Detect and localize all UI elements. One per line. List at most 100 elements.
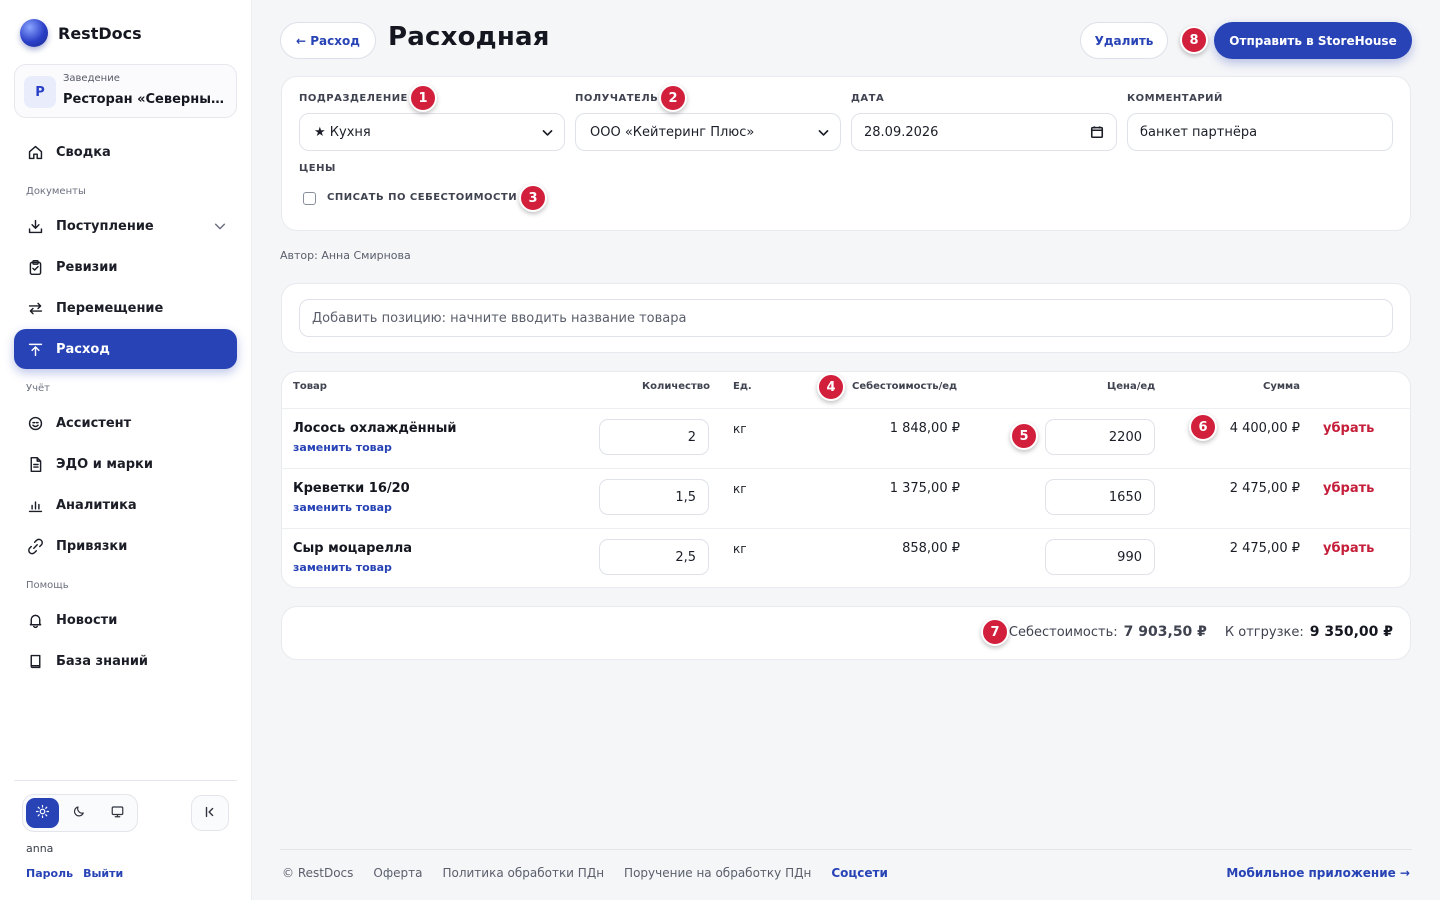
remove-row-link[interactable]: убрать: [1323, 421, 1374, 436]
monitor-icon: [110, 804, 125, 823]
quantity-input[interactable]: 2,5: [599, 539, 709, 575]
footer-social-link[interactable]: Соцсети: [831, 866, 888, 880]
price-input[interactable]: 1650: [1045, 479, 1155, 515]
author-text: Автор: Анна Смирнова: [280, 249, 411, 262]
replace-product-link[interactable]: заменить товар: [293, 501, 392, 514]
footer-policy-link[interactable]: Политика обработки ПДн: [442, 866, 604, 880]
sidebar-item-label: Перемещение: [56, 300, 164, 316]
sidebar-item-audits[interactable]: Ревизии: [14, 247, 237, 287]
sidebar-item-label: Расход: [56, 341, 110, 357]
moon-icon: [72, 804, 87, 823]
chart-icon: [26, 496, 44, 514]
send-storehouse-button[interactable]: Отправить в StoreHouse: [1214, 22, 1412, 59]
footer-mobile-link[interactable]: Мобильное приложение →: [1226, 866, 1410, 880]
row-divider: [281, 528, 1411, 529]
sidebar-item-analytics[interactable]: Аналитика: [14, 485, 237, 525]
recipient-label: ПОЛУЧАТЕЛЬ: [575, 93, 659, 104]
quantity-input[interactable]: 1,5: [599, 479, 709, 515]
brand[interactable]: RestDocs: [20, 19, 142, 47]
remove-row-link[interactable]: убрать: [1323, 541, 1374, 556]
annotation-marker-7: 7: [981, 618, 1009, 646]
annotation-marker-6: 6: [1189, 413, 1217, 441]
sidebar-divider: [14, 780, 237, 781]
theme-light-button[interactable]: [26, 798, 60, 828]
document-form-card: [281, 76, 1411, 231]
writeoff-checkbox[interactable]: [303, 192, 316, 205]
sidebar-item-transfer[interactable]: Перемещение: [14, 288, 237, 328]
chevron-down-icon: [213, 219, 227, 237]
venue-selector[interactable]: Р Заведение Ресторан «Северный ветер»: [14, 64, 237, 118]
date-input[interactable]: 28.09.2026: [851, 113, 1117, 151]
theme-dark-button[interactable]: [63, 798, 96, 828]
ship-total-value: 9 350,00 ₽: [1309, 624, 1393, 640]
add-item-placeholder: Добавить позицию: начните вводить назван…: [312, 310, 687, 326]
replace-product-link[interactable]: заменить товар: [293, 441, 392, 454]
password-link[interactable]: Пароль: [26, 867, 73, 880]
theme-switch: [22, 794, 138, 832]
sidebar-item-summary[interactable]: Сводка: [14, 132, 237, 172]
cost-total-value: 7 903,50 ₽: [1123, 624, 1207, 640]
date-value: 28.09.2026: [864, 124, 939, 140]
sidebar-item-label: Сводка: [56, 144, 111, 160]
sidebar-item-expense[interactable]: Расход: [14, 329, 237, 369]
delete-button[interactable]: Удалить: [1080, 22, 1168, 59]
theme-system-button[interactable]: [101, 798, 134, 828]
sidebar-item-receipts[interactable]: Поступление: [14, 206, 237, 246]
column-header-product: Товар: [293, 381, 327, 392]
home-icon: [26, 143, 44, 161]
replace-product-link[interactable]: заменить товар: [293, 561, 392, 574]
brand-logo-icon: [20, 19, 48, 47]
collapse-sidebar-button[interactable]: [191, 795, 229, 831]
unit-text: кг: [733, 482, 747, 496]
product-name: Лосось охлаждённый: [293, 421, 457, 436]
chevron-down-icon: [541, 126, 554, 143]
annotation-marker-8: 8: [1180, 26, 1208, 54]
footer-instruction-link[interactable]: Поручение на обработку ПДн: [624, 866, 811, 880]
comment-value: банкет партнёра: [1140, 124, 1258, 140]
division-select[interactable]: ★ Кухня: [299, 113, 565, 151]
sidebar-item-bindings[interactable]: Привязки: [14, 526, 237, 566]
sidebar-item-edo[interactable]: ЭДО и марки: [14, 444, 237, 484]
recipient-select[interactable]: ООО «Кейтеринг Плюс»: [575, 113, 841, 151]
prices-label: ЦЕНЫ: [299, 163, 336, 174]
calendar-icon[interactable]: [1090, 125, 1104, 143]
comment-label: КОММЕНТАРИЙ: [1127, 93, 1223, 104]
sidebar-item-label: ЭДО и марки: [56, 456, 153, 472]
division-label: ПОДРАЗДЕЛЕНИЕ: [299, 93, 408, 104]
add-item-input[interactable]: Добавить позицию: начните вводить назван…: [299, 299, 1393, 337]
column-header-sum: Сумма: [1263, 381, 1300, 392]
sidebar-item-label: Поступление: [56, 218, 154, 234]
footer-offer-link[interactable]: Оферта: [373, 866, 422, 880]
unit-text: кг: [733, 422, 747, 436]
remove-row-link[interactable]: убрать: [1323, 481, 1374, 496]
price-input[interactable]: 2200: [1045, 419, 1155, 455]
collapse-icon: [203, 804, 217, 823]
nav-section-accounting: Учёт: [26, 383, 50, 394]
upload-icon: [26, 340, 44, 358]
bell-icon: [26, 611, 44, 629]
nav-section-help: Помощь: [26, 580, 69, 591]
cost-total-label: Себестоимость:: [1008, 625, 1118, 640]
annotation-marker-5: 5: [1010, 422, 1038, 450]
clipboard-icon: [26, 258, 44, 276]
column-header-unit: Ед.: [733, 381, 752, 392]
sidebar-item-knowledge[interactable]: База знаний: [14, 641, 237, 681]
row-divider: [281, 408, 1411, 409]
product-name: Креветки 16/20: [293, 481, 410, 496]
comment-input[interactable]: банкет партнёра: [1127, 113, 1393, 151]
recipient-value: ООО «Кейтеринг Плюс»: [590, 124, 755, 140]
row-sum: 2 475,00 ₽: [1229, 481, 1300, 496]
logout-link[interactable]: Выйти: [83, 867, 123, 880]
back-button[interactable]: ← Расход: [280, 22, 376, 59]
price-input[interactable]: 990: [1045, 539, 1155, 575]
sidebar-item-label: Ревизии: [56, 259, 118, 275]
sidebar-item-news[interactable]: Новости: [14, 600, 237, 640]
row-divider: [281, 468, 1411, 469]
writeoff-label[interactable]: СПИСАТЬ ПО СЕБЕСТОИМОСТИ: [327, 192, 517, 203]
column-header-qty: Количество: [642, 381, 710, 392]
cost-per-unit: 1 848,00 ₽: [889, 421, 960, 436]
sidebar-item-assistant[interactable]: Ассистент: [14, 403, 237, 443]
quantity-input[interactable]: 2: [599, 419, 709, 455]
ship-total-label: К отгрузке:: [1224, 625, 1304, 640]
footer-divider: [280, 849, 1412, 850]
